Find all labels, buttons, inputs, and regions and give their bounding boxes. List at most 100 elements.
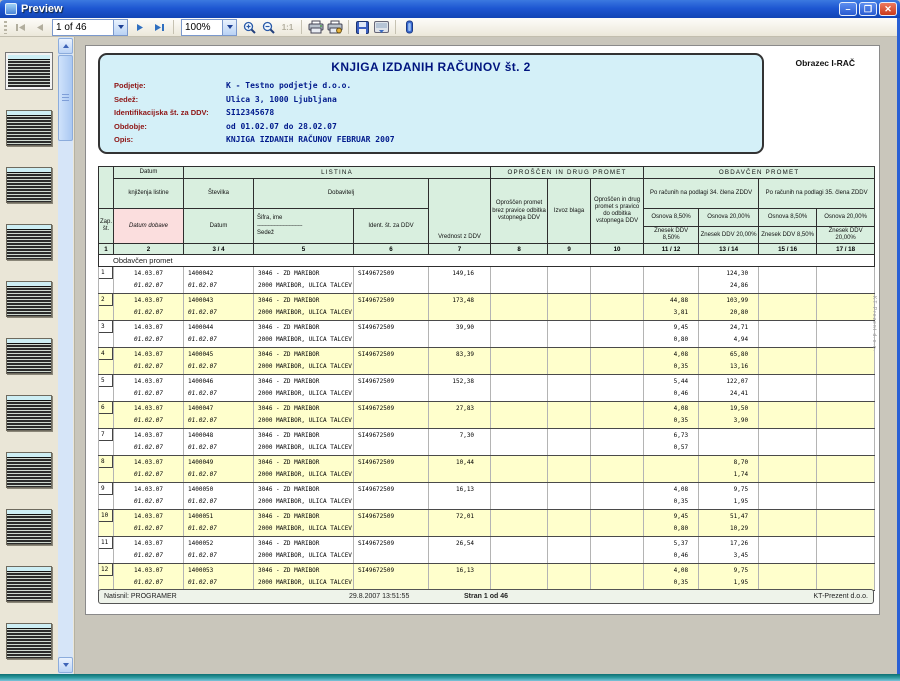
cell-document-number: 140005301.02.07 xyxy=(184,564,254,591)
page-thumbnail-5[interactable] xyxy=(6,281,52,317)
next-page-button[interactable] xyxy=(131,19,150,36)
cell-total-with-vat: 149,16 xyxy=(429,267,491,294)
cell-booking-date: 14.03.0701.02.07 xyxy=(114,429,184,456)
invoice-row-12: 1214.03.0701.02.07140005301.02.073046 - … xyxy=(99,564,875,591)
cell-exempt-no-deduction xyxy=(491,348,548,375)
cell-exempt-with-deduction xyxy=(591,375,644,402)
cell-base-35-8-5 xyxy=(759,348,817,375)
cell-vat-id: SI49672509 xyxy=(354,348,429,375)
page-thumbnail-11[interactable] xyxy=(6,623,52,659)
first-page-button[interactable] xyxy=(11,19,30,36)
cell-row-number: 2 xyxy=(99,294,114,321)
zoom-out-button[interactable] xyxy=(259,19,278,36)
export-button[interactable] xyxy=(372,19,391,36)
cell-base-35-20 xyxy=(817,564,875,591)
zoom-select[interactable]: 100% xyxy=(181,19,237,36)
cell-base-vat-8-5: 44,883,81 xyxy=(644,294,699,321)
last-page-icon xyxy=(154,23,165,32)
minimize-button[interactable]: – xyxy=(839,2,857,16)
toolbar-grip[interactable] xyxy=(4,21,7,34)
page-thumbnail-1[interactable] xyxy=(6,53,52,89)
thumbnail-body xyxy=(7,401,51,431)
cell-base-35-20 xyxy=(817,402,875,429)
cell-document-number: 140005201.02.07 xyxy=(184,537,254,564)
thumbnail-body xyxy=(7,344,51,374)
cell-supplier: 3046 - ZD MARIBOR2000 MARIBOR, ULICA TAL… xyxy=(254,321,354,348)
window-title: Preview xyxy=(21,3,839,15)
column-number: 10 xyxy=(591,244,644,255)
cell-base-35-8-5 xyxy=(759,375,817,402)
print-setup-button[interactable] xyxy=(325,19,344,36)
scroll-down-button[interactable] xyxy=(58,657,73,673)
cell-booking-date: 14.03.0701.02.07 xyxy=(114,375,184,402)
cell-total-with-vat: 10,44 xyxy=(429,456,491,483)
thumbnail-body xyxy=(7,287,51,317)
company-label: KT-Prezent d.o.o. xyxy=(814,593,868,600)
header-datum-dobave: Datum dobave xyxy=(114,209,184,244)
cell-base-35-20 xyxy=(817,375,875,402)
toolbar-separator xyxy=(301,20,302,34)
cell-booking-date: 14.03.0701.02.07 xyxy=(114,402,184,429)
scrollbar-thumb[interactable] xyxy=(58,55,73,141)
actual-size-button[interactable]: 1:1 xyxy=(278,19,297,36)
chevron-down-icon xyxy=(227,25,233,29)
zoom-in-button[interactable] xyxy=(240,19,259,36)
page-thumbnail-4[interactable] xyxy=(6,224,52,260)
cell-export-goods xyxy=(548,510,591,537)
field-label: Identifikacijska št. za DDV: xyxy=(114,108,226,117)
report-page: Obrazec I-RAČ KNJIGA IZDANIH RAČUNOV št.… xyxy=(85,45,880,615)
cell-base-35-20 xyxy=(817,429,875,456)
cell-base-vat-20: 19,503,90 xyxy=(699,402,759,429)
cell-vat-id: SI49672509 xyxy=(354,294,429,321)
cell-exempt-with-deduction xyxy=(591,321,644,348)
invoice-row-10: 1014.03.0701.02.07140005101.02.073046 - … xyxy=(99,510,875,537)
cell-exempt-no-deduction xyxy=(491,456,548,483)
field-value: KNJIGA IZDANIH RAČUNOV FEBRUAR 2007 xyxy=(226,135,395,144)
chevron-down-icon xyxy=(63,663,69,667)
column-number: 11 / 12 xyxy=(644,244,699,255)
column-number-row: 123 / 4567891011 / 1213 / 1415 / 1617 / … xyxy=(99,244,875,255)
restore-button[interactable]: ❐ xyxy=(859,2,877,16)
invoice-row-1: 114.03.0701.02.07140004201.02.073046 - Z… xyxy=(99,267,875,294)
page-thumbnail-3[interactable] xyxy=(6,167,52,203)
field-value: Ulica 3, 1000 Ljubljana xyxy=(226,95,337,104)
page-thumbnail-9[interactable] xyxy=(6,509,52,545)
save-button[interactable] xyxy=(353,19,372,36)
page-select[interactable]: 1 of 46 xyxy=(52,19,128,36)
zoom-select-dropdown[interactable] xyxy=(222,20,236,35)
preview-area[interactable]: Obrazec I-RAČ KNJIGA IZDANIH RAČUNOV št.… xyxy=(76,37,897,674)
close-button[interactable]: ✕ xyxy=(879,2,897,16)
cell-document-number: 140004401.02.07 xyxy=(184,321,254,348)
page-thumbnail-2[interactable] xyxy=(6,110,52,146)
page-thumbnail-6[interactable] xyxy=(6,338,52,374)
cell-exempt-no-deduction xyxy=(491,564,548,591)
cell-base-vat-8-5: 4,080,35 xyxy=(644,483,699,510)
invoice-row-7: 714.03.0701.02.07140004801.02.073046 - Z… xyxy=(99,429,875,456)
column-number: 7 xyxy=(429,244,491,255)
page-thumbnail-7[interactable] xyxy=(6,395,52,431)
cell-base-vat-20: 103,9920,80 xyxy=(699,294,759,321)
print-button[interactable] xyxy=(306,19,325,36)
cell-base-vat-8-5: 6,730,57 xyxy=(644,429,699,456)
cell-base-35-8-5 xyxy=(759,483,817,510)
column-number: 6 xyxy=(354,244,429,255)
cell-base-35-8-5 xyxy=(759,510,817,537)
cell-base-vat-20 xyxy=(699,429,759,456)
page-thumbnail-8[interactable] xyxy=(6,452,52,488)
cell-vat-id: SI49672509 xyxy=(354,375,429,402)
attachment-button[interactable] xyxy=(400,19,419,36)
main-area: Obrazec I-RAČ KNJIGA IZDANIH RAČUNOV št.… xyxy=(0,37,897,674)
previous-page-button[interactable] xyxy=(30,19,49,36)
scroll-up-button[interactable] xyxy=(58,38,73,54)
page-thumbnail-10[interactable] xyxy=(6,566,52,602)
cell-row-number: 10 xyxy=(99,510,114,537)
header-osnova85-34: Osnova 8,50% xyxy=(644,209,699,227)
zoom-in-icon xyxy=(243,21,256,34)
cell-exempt-with-deduction xyxy=(591,267,644,294)
column-number: 9 xyxy=(548,244,591,255)
page-select-dropdown[interactable] xyxy=(113,20,127,35)
last-page-button[interactable] xyxy=(150,19,169,36)
field-label: Podjetje: xyxy=(114,81,226,90)
header-field-row: Identifikacijska št. za DDV:SI12345678 xyxy=(114,106,395,120)
thumbnail-scrollbar[interactable] xyxy=(58,37,73,674)
